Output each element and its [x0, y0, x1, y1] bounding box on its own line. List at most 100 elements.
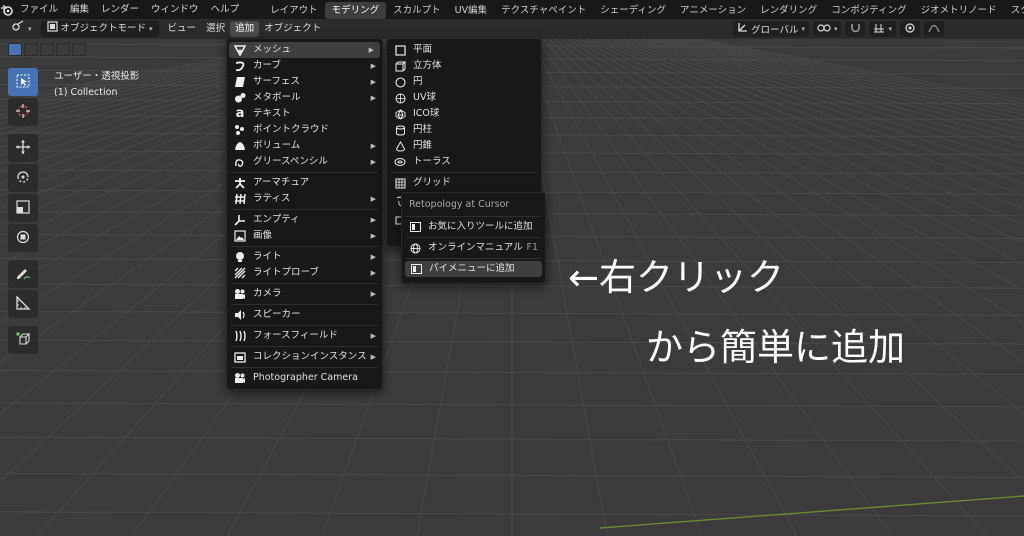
tab-modeling[interactable]: モデリング	[324, 1, 387, 19]
menu-item-photographer-camera[interactable]: Photographer Camera	[227, 370, 382, 386]
snap-target-button[interactable]: ▾	[869, 21, 896, 37]
menu-item-collection-instance[interactable]: コレクションインスタンス ▶	[227, 349, 382, 365]
add-to-favorites-item[interactable]: お気に入りツールに追加	[402, 219, 545, 235]
menu-item-mesh[interactable]: メッシュ ▶	[229, 42, 380, 58]
viewport-info: ユーザー・透視投影 (1) Collection	[54, 69, 139, 101]
pivot-point-button[interactable]: ▾	[812, 21, 842, 37]
curve-icon	[233, 59, 247, 73]
rotate-tool-button[interactable]	[8, 164, 38, 192]
tab-compositing[interactable]: コンポジティング	[824, 2, 913, 19]
submenu-arrow-icon: ▶	[370, 78, 376, 86]
3d-cursor-icon	[15, 103, 31, 122]
menu-render[interactable]: レンダー	[95, 0, 145, 19]
tab-shading[interactable]: シェーディング	[593, 2, 673, 19]
chevron-down-icon: ▾	[833, 25, 838, 33]
measure-tool-button[interactable]	[8, 290, 38, 318]
menu-item-surface[interactable]: サーフェス ▶	[227, 74, 382, 90]
context-menu: Retopology at Cursor お気に入りツールに追加 オンラインマニ…	[401, 192, 546, 284]
mode-label: オブジェクトモード	[60, 23, 147, 34]
menu-item-pointcloud[interactable]: ポイントクラウド	[227, 122, 382, 138]
menu-item-grease-pencil[interactable]: グリースペンシル ▶	[227, 154, 382, 170]
mode-select[interactable]: オブジェクトモード ▾	[40, 20, 159, 37]
menu-help[interactable]: ヘルプ	[205, 0, 246, 19]
menu-item-circle[interactable]: 円	[387, 74, 541, 90]
add-to-pie-menu-item[interactable]: パイメニューに追加	[405, 261, 542, 277]
move-tool-button[interactable]	[8, 134, 38, 162]
scale-icon	[16, 199, 30, 217]
menu-view[interactable]: ビュー	[163, 21, 202, 37]
collection-instance-icon	[233, 350, 247, 364]
tab-scripting[interactable]: スクリプト	[1004, 2, 1024, 19]
menu-item-force-field[interactable]: フォースフィールド ▶	[227, 328, 382, 344]
menu-separator	[231, 172, 378, 173]
menu-item-empty[interactable]: エンプティ ▶	[227, 212, 382, 228]
menu-add[interactable]: 追加	[230, 21, 260, 37]
menu-select[interactable]: 選択	[201, 21, 230, 37]
menu-file[interactable]: ファイル	[14, 0, 64, 19]
blender-logo-icon[interactable]	[0, 0, 14, 19]
move-icon	[15, 139, 31, 158]
menu-item-uv-sphere[interactable]: UV球	[387, 90, 541, 106]
select-tool-button[interactable]	[8, 68, 38, 96]
menu-window[interactable]: ウィンドウ	[145, 0, 205, 19]
tab-geometry-nodes[interactable]: ジオメトリノード	[914, 2, 1004, 19]
add-cube-tool-button[interactable]	[8, 326, 38, 354]
tab-texture-paint[interactable]: テクスチャペイント	[494, 2, 593, 19]
menu-item-light[interactable]: ライト ▶	[227, 249, 382, 265]
light-icon	[233, 250, 247, 264]
submenu-arrow-icon: ▶	[370, 232, 376, 240]
tab-uv-editing[interactable]: UV編集	[448, 2, 494, 19]
proportional-edit-toggle[interactable]	[900, 21, 920, 37]
cursor-tool-button[interactable]	[8, 98, 38, 126]
menu-item-grid[interactable]: グリッド	[387, 175, 541, 191]
transform-tool-button[interactable]	[8, 224, 38, 252]
icosphere-icon	[393, 107, 407, 121]
select-subtract-icon[interactable]	[40, 43, 54, 56]
submenu-arrow-icon: ▶	[370, 332, 376, 340]
scale-tool-button[interactable]	[8, 194, 38, 222]
select-intersect-icon[interactable]	[72, 43, 86, 56]
link-icon	[817, 23, 831, 36]
annotate-tool-button[interactable]	[8, 260, 38, 288]
menu-item-cone[interactable]: 円錐	[387, 138, 541, 154]
menu-item-ico-sphere[interactable]: ICO球	[387, 106, 541, 122]
falloff-button[interactable]	[924, 21, 944, 37]
ruler-icon	[15, 294, 31, 314]
menu-item-light-probe[interactable]: ライトプローブ ▶	[227, 265, 382, 281]
online-manual-item[interactable]: オンラインマニュアル F1	[402, 240, 545, 256]
tab-sculpt[interactable]: スカルプト	[386, 2, 448, 19]
snap-toggle[interactable]	[845, 21, 866, 37]
pie-menu-icon	[409, 262, 423, 276]
menu-object[interactable]: オブジェクト	[259, 21, 326, 37]
menu-item-text[interactable]: a テキスト	[227, 106, 382, 122]
menu-edit[interactable]: 編集	[64, 0, 95, 19]
menu-item-camera[interactable]: カメラ ▶	[227, 286, 382, 302]
submenu-arrow-icon: ▶	[370, 253, 376, 261]
header-right-tools: グローバル ▾ ▾ ▾	[733, 21, 944, 37]
select-extend-icon[interactable]	[24, 43, 38, 56]
cylinder-icon	[393, 123, 407, 137]
submenu-arrow-icon: ▶	[370, 290, 376, 298]
circle-icon	[393, 75, 407, 89]
select-new-icon[interactable]	[8, 43, 22, 56]
transform-orientation-select[interactable]: グローバル ▾	[733, 21, 809, 37]
menu-item-metaball[interactable]: メタボール ▶	[227, 90, 382, 106]
select-invert-icon[interactable]	[56, 43, 70, 56]
menu-item-image[interactable]: 画像 ▶	[227, 228, 382, 244]
menu-item-cylinder[interactable]: 円柱	[387, 122, 541, 138]
tab-rendering[interactable]: レンダリング	[753, 2, 824, 19]
tab-layout[interactable]: レイアウト	[263, 2, 325, 19]
menu-separator	[231, 325, 378, 326]
menu-item-armature[interactable]: アーマチュア	[227, 175, 382, 191]
menu-item-speaker[interactable]: スピーカー	[227, 307, 382, 323]
menu-item-volume[interactable]: ボリューム ▶	[227, 138, 382, 154]
menu-item-lattice[interactable]: ラティス ▶	[227, 191, 382, 207]
menu-item-cube[interactable]: 立方体	[387, 58, 541, 74]
submenu-arrow-icon: ▶	[370, 216, 376, 224]
menu-item-curve[interactable]: カーブ ▶	[227, 58, 382, 74]
menu-item-torus[interactable]: トーラス	[387, 154, 541, 170]
editor-type-button[interactable]: ▾	[6, 20, 37, 37]
tab-animation[interactable]: アニメーション	[673, 2, 753, 19]
menu-item-plane[interactable]: 平面	[387, 42, 541, 58]
submenu-arrow-icon: ▶	[370, 195, 376, 203]
